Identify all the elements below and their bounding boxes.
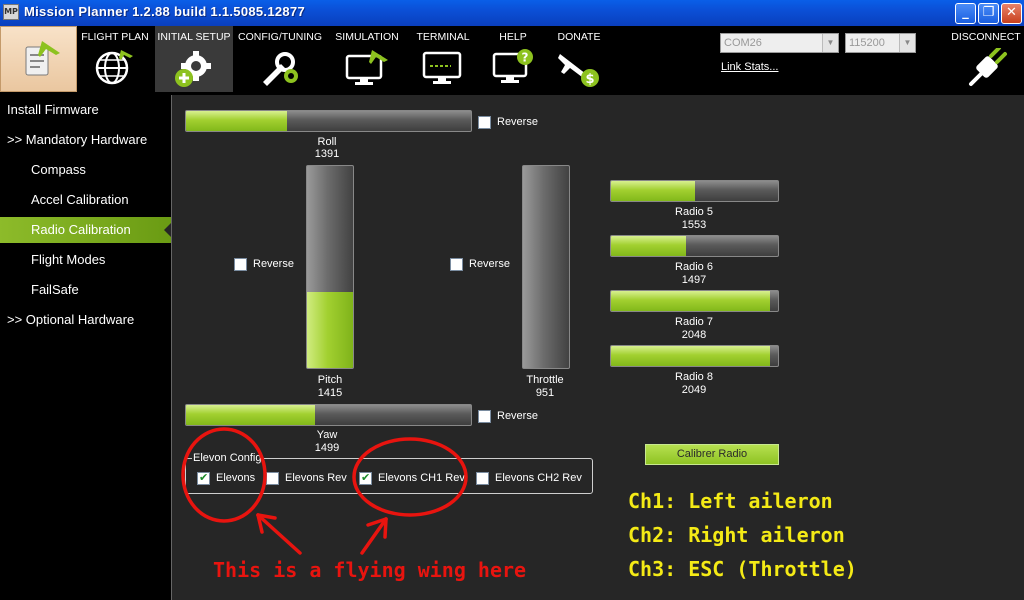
roll-value: 1391 [314,148,340,160]
flying-wing-note: This is a flying wing here [213,558,527,582]
throttle-bar [522,165,570,369]
sidebar-item-mandatory-hardware[interactable]: >> Mandatory Hardware [0,127,171,153]
svg-text:?: ? [522,51,529,65]
globe-icon [95,50,133,85]
roll-bar [185,110,472,132]
elevons-rev-label: Elevons Rev [285,472,347,484]
elevons-ch2-rev-checkbox[interactable] [476,472,489,485]
radio8-bar [610,345,779,367]
channel-note-1: Ch1: Left aileron [628,489,833,513]
elevons-label: Elevons [216,472,256,484]
setup-sidebar: Install Firmware >> Mandatory Hardware C… [0,95,172,600]
radio7-name: Radio 7 [675,316,713,328]
throttle-value: 951 [535,387,555,399]
toolbar-flight-data[interactable] [0,26,77,92]
elevons-ch1-rev-checkbox[interactable] [359,471,372,485]
yaw-reverse-label: Reverse [497,410,538,422]
toolbar-terminal[interactable]: TERMINAL [410,26,476,92]
toolbar-label: DONATE [557,31,601,43]
radio8-value: 2049 [681,384,707,396]
throttle-reverse-label: Reverse [469,258,510,270]
elevons-ch1-rev-label: Elevons CH1 Rev [378,472,465,484]
pitch-value: 1415 [317,387,343,399]
sidebar-item-install-firmware[interactable]: Install Firmware [0,97,171,123]
toolbar-label: HELP [499,31,527,43]
toolbar-simulation[interactable]: SIMULATION [332,26,402,92]
flight-data-icon [25,41,60,76]
link-stats-link[interactable]: Link Stats... [721,61,778,73]
yaw-reverse-checkbox[interactable] [478,410,491,423]
calibrate-radio-button[interactable]: Calibrer Radio [645,444,779,465]
radio8-name: Radio 8 [675,371,713,383]
toolbar-flight-plan[interactable]: FLIGHT PLAN [80,26,150,92]
close-button[interactable]: ✕ [1001,3,1022,24]
yaw-value: 1499 [314,442,340,454]
main-toolbar: FLIGHT PLAN INITIAL SETUP CONFIG/TUNING [0,26,1024,94]
radio-calibration-panel [172,95,1024,600]
toolbar-initial-setup[interactable]: INITIAL SETUP [155,26,233,92]
help-monitor-icon: ? [492,49,533,83]
terminal-icon [422,51,462,84]
svg-text:$: $ [585,72,594,87]
minimize-button[interactable]: _ [955,3,976,24]
pitch-bar [306,165,354,369]
sidebar-item-flight-modes[interactable]: Flight Modes [0,247,171,273]
plane-dollar-icon: $ [558,54,599,87]
chevron-down-icon: ▼ [899,34,915,52]
toolbar-help[interactable]: HELP ? [484,26,542,92]
radio7-bar [610,290,779,312]
roll-reverse-label: Reverse [497,116,538,128]
toolbar-label: CONFIG/TUNING [238,31,322,43]
elevons-checkbox[interactable] [197,471,210,485]
radio5-bar [610,180,779,202]
yaw-bar [185,404,472,426]
roll-name: Roll [317,136,337,148]
window-title: Mission Planner 1.2.88 build 1.1.5085.12… [24,4,305,19]
radio6-name: Radio 6 [675,261,713,273]
gear-plus-icon [175,51,211,87]
toolbar-disconnect[interactable]: DISCONNECT [948,26,1024,92]
radio5-value: 1553 [681,219,707,231]
sidebar-item-accel-calibration[interactable]: Accel Calibration [0,187,171,213]
sidebar-item-failsafe[interactable]: FailSafe [0,277,171,303]
chevron-down-icon: ▼ [822,34,838,52]
plug-icon [969,48,1007,86]
radio7-value: 2048 [681,329,707,341]
title-bar: MP Mission Planner 1.2.88 build 1.1.5085… [0,0,1024,26]
sidebar-item-radio-calibration[interactable]: Radio Calibration [0,217,172,243]
throttle-name: Throttle [526,374,564,386]
elevons-ch2-rev-label: Elevons CH2 Rev [495,472,582,484]
toolbar-label: TERMINAL [416,31,470,43]
elevons-rev-checkbox[interactable] [266,472,279,485]
app-icon: MP [3,4,19,20]
throttle-reverse-checkbox[interactable] [450,258,463,271]
maximize-button[interactable]: ❐ [978,3,999,24]
toolbar-label: INITIAL SETUP [157,31,231,43]
wrench-gear-icon [263,52,298,86]
baud-value: 115200 [849,37,885,49]
yaw-name: Yaw [316,429,338,441]
radio5-name: Radio 5 [675,206,713,218]
baud-select[interactable]: 115200 ▼ [845,33,916,53]
toolbar-label: SIMULATION [335,31,399,43]
pitch-reverse-checkbox[interactable] [234,258,247,271]
pitch-name: Pitch [317,374,343,386]
channel-note-2: Ch2: Right aileron [628,523,845,547]
toolbar-label: DISCONNECT [951,31,1021,43]
port-select[interactable]: COM26 ▼ [720,33,839,53]
toolbar-label: FLIGHT PLAN [81,31,149,43]
monitor-plane-icon [345,50,388,85]
radio6-bar [610,235,779,257]
channel-note-3: Ch3: ESC (Throttle) [628,557,857,581]
roll-reverse-checkbox[interactable] [478,116,491,129]
toolbar-donate[interactable]: DONATE $ [548,26,610,92]
port-value: COM26 [724,37,762,49]
pitch-reverse-label: Reverse [253,258,294,270]
sidebar-item-compass[interactable]: Compass [0,157,171,183]
sidebar-item-optional-hardware[interactable]: >> Optional Hardware [0,307,171,333]
toolbar-config-tuning[interactable]: CONFIG/TUNING [238,26,322,92]
radio6-value: 1497 [681,274,707,286]
elevon-config-title: Elevon Config [192,452,263,465]
